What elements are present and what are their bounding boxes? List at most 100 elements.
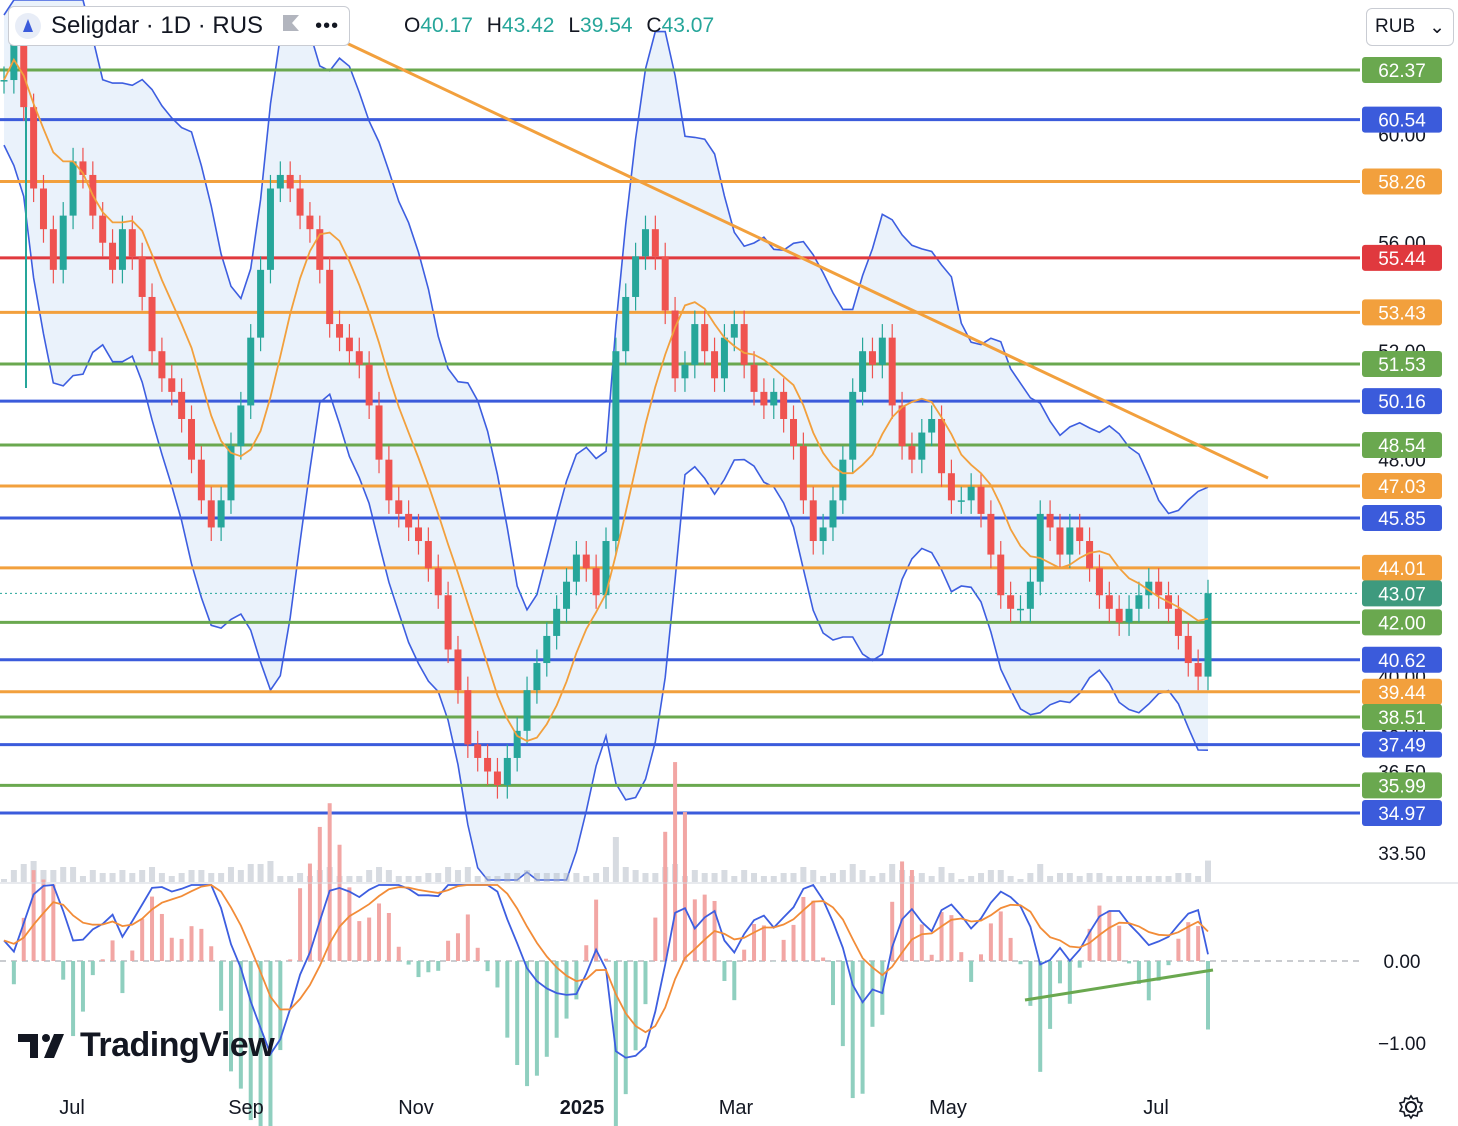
macd-histogram-bar	[1018, 961, 1023, 965]
volume-bar	[1096, 873, 1103, 882]
macd-axis-label: 0.00	[1384, 952, 1421, 973]
volume-bar	[987, 870, 994, 882]
candle-body	[720, 337, 728, 379]
candle-body	[326, 269, 334, 325]
macd-histogram-bar	[1166, 961, 1171, 966]
candle-body	[276, 174, 284, 189]
volume-bar	[652, 873, 659, 882]
volume-bar	[1047, 876, 1054, 882]
macd-histogram-bar	[130, 950, 135, 961]
macd-histogram-bar	[446, 940, 451, 961]
volume-bar	[691, 870, 698, 882]
symbol-title[interactable]: Seligdar · 1D · RUS	[51, 12, 263, 40]
volume-bar	[474, 876, 481, 882]
volume-bar	[494, 876, 501, 882]
flag-icon[interactable]	[281, 12, 301, 40]
macd-histogram-bar	[357, 921, 362, 961]
price-tick: 33.50	[1378, 844, 1426, 865]
volume-bar	[533, 873, 540, 882]
macd-histogram-bar	[821, 957, 826, 961]
macd-histogram-bar	[505, 961, 510, 1038]
volume-bar	[70, 867, 77, 882]
time-tick: May	[929, 1097, 967, 1119]
settings-gear-icon[interactable]	[1398, 1094, 1424, 1120]
macd-histogram-bar	[71, 961, 76, 1037]
candle-body	[523, 690, 531, 731]
volume-bar	[958, 879, 965, 882]
macd-histogram-bar	[702, 894, 707, 961]
candle-body	[622, 296, 630, 352]
macd-histogram-bar	[416, 961, 421, 978]
macd-histogram-bar	[791, 924, 796, 961]
volume-bar	[1135, 876, 1142, 882]
volume-bar	[227, 867, 234, 882]
volume-bar	[997, 870, 1004, 882]
candle-body	[1046, 513, 1054, 528]
macd-histogram-bar	[100, 959, 105, 961]
candle-body	[286, 174, 294, 189]
macd-histogram-bar	[959, 952, 964, 961]
candle-body	[345, 337, 353, 352]
candle-body	[385, 459, 393, 501]
macd-histogram-bar	[692, 899, 697, 961]
low-label: L	[568, 14, 581, 37]
candle-body	[1076, 527, 1084, 542]
candle-body	[405, 513, 413, 528]
candle-body	[138, 256, 146, 297]
candle-body	[641, 229, 649, 257]
symbol-header[interactable]: Seligdar · 1D · RUS •••	[8, 6, 351, 46]
volume-bar	[60, 867, 67, 882]
level-label: 51.53	[1378, 355, 1426, 376]
more-options-button[interactable]: •••	[315, 15, 339, 38]
volume-bar	[1205, 860, 1211, 882]
time-tick: Mar	[719, 1097, 754, 1119]
volume-bar	[869, 876, 876, 882]
candle-body	[1174, 608, 1182, 636]
candle-body	[809, 500, 817, 542]
candle-body	[1066, 527, 1074, 555]
volume-bar	[721, 870, 728, 882]
volume-bar	[109, 873, 116, 882]
macd-histogram-bar	[209, 946, 214, 961]
macd-histogram-bar	[159, 913, 164, 961]
macd-histogram-bar	[485, 961, 490, 972]
candle-body	[444, 595, 452, 650]
volume-bar	[800, 867, 807, 882]
level-label: 58.26	[1378, 172, 1426, 193]
macd-histogram-bar	[949, 915, 954, 961]
macd-histogram-bar	[1176, 938, 1181, 961]
macd-histogram-bar	[653, 917, 658, 961]
volume-bar	[297, 873, 304, 882]
time-tick: Jul	[1143, 1097, 1169, 1119]
candle-body	[1056, 527, 1064, 555]
candle-body	[1184, 635, 1192, 664]
macd-histogram-bar	[1127, 961, 1132, 964]
volume-bar	[395, 876, 402, 882]
level-label: 42.00	[1378, 613, 1426, 634]
macd-histogram-bar	[673, 762, 678, 961]
candle-body	[868, 351, 876, 365]
volume-bar	[20, 864, 27, 882]
time-tick: Sep	[228, 1097, 264, 1119]
candle-body	[474, 744, 482, 758]
candle-body	[987, 513, 995, 555]
currency-select[interactable]: RUB ⌄	[1366, 8, 1454, 46]
time-tick: Jul	[59, 1097, 85, 1119]
candle-body	[1204, 593, 1212, 677]
volume-bar	[612, 837, 619, 882]
candle-body	[661, 256, 669, 311]
volume-bar	[168, 876, 175, 882]
macd-histogram-bar	[979, 954, 984, 961]
candle-body	[1115, 608, 1123, 623]
price-chart[interactable]: 0.00−1.00 60.0056.0052.0048.0040.0038.00…	[0, 0, 1458, 1126]
macd-histogram-bar	[742, 949, 747, 961]
level-label: 37.49	[1378, 736, 1426, 757]
macd-histogram-bar	[396, 946, 401, 961]
candle-body	[1135, 595, 1143, 609]
macd-histogram-bar	[544, 961, 549, 1057]
candle-body	[59, 215, 67, 270]
bollinger-fill	[4, 0, 1208, 880]
macd-signal-line	[3, 884, 1209, 1034]
macd-histogram-bar	[860, 961, 865, 1094]
candle-body	[819, 527, 827, 542]
